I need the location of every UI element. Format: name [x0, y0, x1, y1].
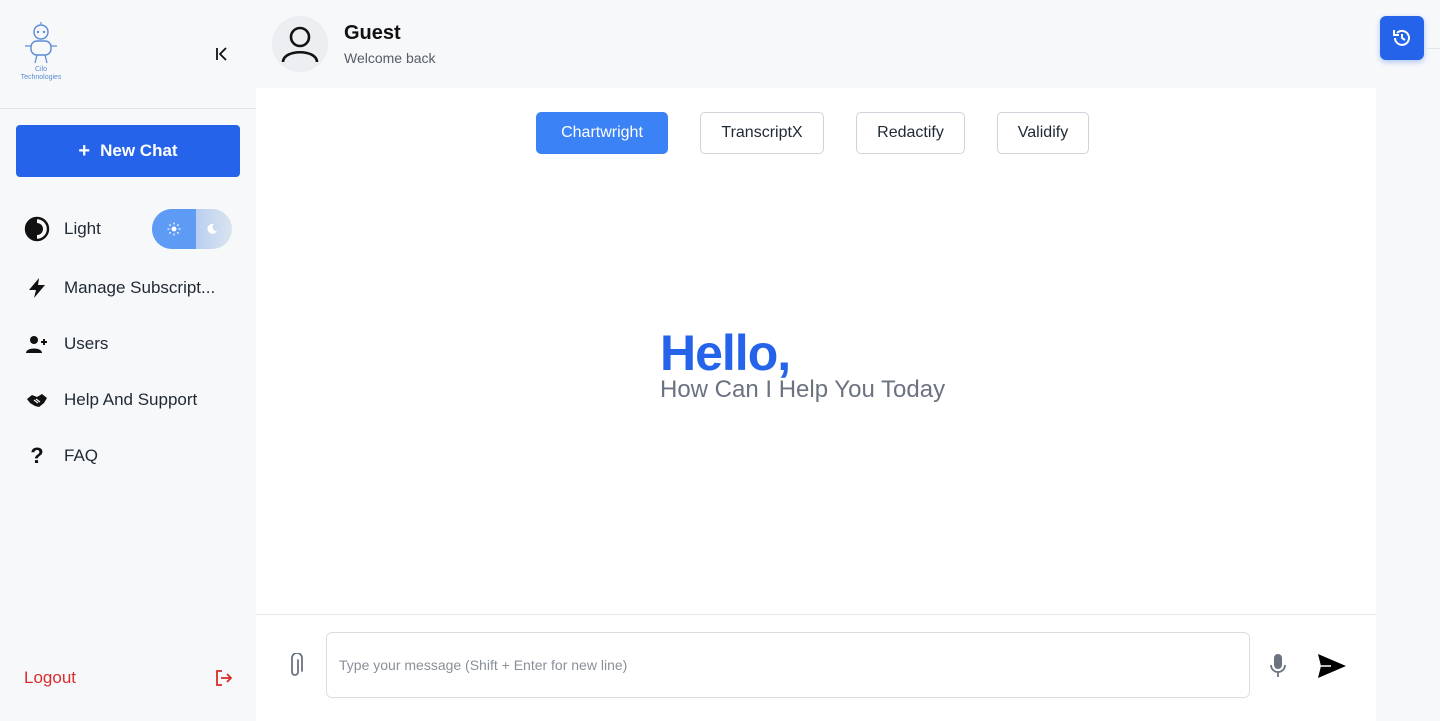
- new-chat-label: New Chat: [100, 141, 178, 160]
- tab-redactify[interactable]: Redactify: [856, 112, 965, 154]
- user-plus-icon: [24, 331, 50, 357]
- sidebar: Cilo Technologies + New Chat Light Manag…: [0, 0, 256, 721]
- user-icon: [281, 26, 319, 63]
- brand-area: Cilo Technologies: [0, 0, 256, 109]
- send-icon: [1318, 654, 1346, 678]
- robot-logo-icon: [25, 22, 57, 64]
- divider: [1424, 48, 1440, 49]
- logout-button[interactable]: Logout: [24, 664, 234, 692]
- sidebar-item-manage-subscription[interactable]: Manage Subscript...: [24, 270, 234, 306]
- history-icon: [1393, 29, 1410, 46]
- greeting-title: Hello,: [660, 325, 791, 381]
- plus-icon: +: [78, 140, 91, 162]
- theme-toggle-knob: [152, 209, 196, 249]
- user-subtitle: Welcome back: [344, 50, 436, 66]
- sidebar-item-users[interactable]: Users: [24, 326, 234, 362]
- sidebar-item-faq[interactable]: ? FAQ: [24, 438, 234, 474]
- user-name: Guest: [344, 22, 401, 44]
- avatar[interactable]: [272, 16, 328, 72]
- microphone-icon: [1270, 654, 1286, 677]
- sidebar-item-label: Help And Support: [64, 390, 198, 409]
- sun-icon: [167, 222, 181, 236]
- new-chat-button[interactable]: + New Chat: [16, 125, 240, 177]
- contrast-icon: [24, 216, 50, 242]
- tab-transcriptx[interactable]: TranscriptX: [700, 112, 824, 154]
- question-icon: ?: [30, 443, 44, 468]
- logout-icon: [216, 670, 233, 686]
- sidebar-item-label: Manage Subscript...: [64, 278, 216, 297]
- logout-label: Logout: [24, 668, 76, 687]
- handshake-icon: [24, 387, 50, 413]
- theme-toggle[interactable]: [152, 209, 232, 249]
- moon-icon: [202, 219, 222, 239]
- message-input[interactable]: [326, 632, 1250, 698]
- collapse-sidebar-button[interactable]: [208, 40, 236, 68]
- theme-label: Light: [64, 219, 101, 238]
- logo-text-line1: Cilo: [34, 66, 48, 73]
- send-button[interactable]: [1314, 649, 1350, 683]
- sidebar-item-label: Users: [64, 334, 109, 353]
- attach-button[interactable]: [282, 651, 308, 681]
- greeting-subtitle: How Can I Help You Today: [660, 376, 946, 403]
- tab-chartwright[interactable]: Chartwright: [536, 112, 668, 154]
- chat-panel: Chartwright TranscriptX Redactify Validi…: [256, 88, 1376, 721]
- sidebar-item-label: FAQ: [64, 446, 99, 465]
- collapse-left-icon: [216, 47, 227, 61]
- logo-text-line2: Technologies: [20, 74, 62, 81]
- chat-history-button[interactable]: [1380, 16, 1424, 60]
- microphone-button[interactable]: [1266, 651, 1290, 681]
- tab-validify[interactable]: Validify: [997, 112, 1089, 154]
- bolt-icon: [24, 275, 50, 301]
- sidebar-item-help-support[interactable]: Help And Support: [24, 382, 234, 418]
- company-logo[interactable]: Cilo Technologies: [16, 22, 66, 86]
- paperclip-icon: [291, 653, 303, 676]
- message-composer: [256, 614, 1376, 721]
